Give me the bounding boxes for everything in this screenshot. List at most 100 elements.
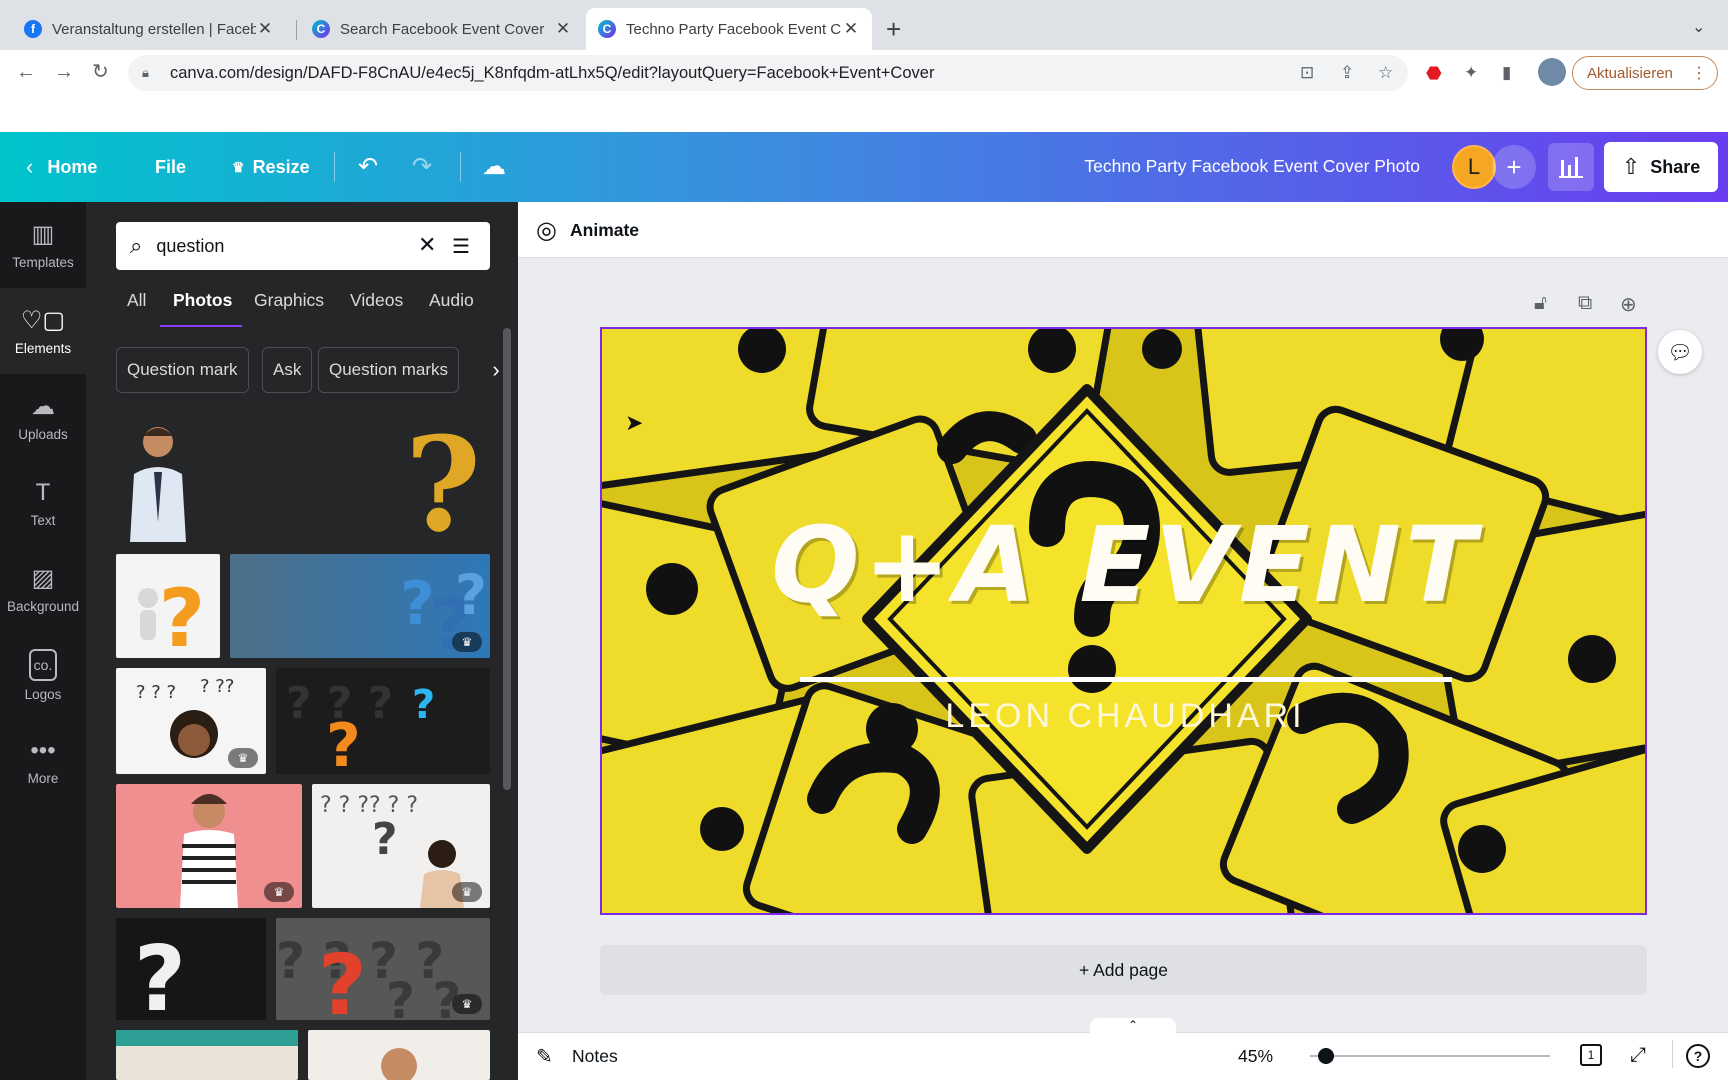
fullscreen-icon[interactable]: ⤢ [1630, 1044, 1646, 1067]
photo-thumbnail[interactable]: ♛ [116, 784, 302, 908]
design-title[interactable]: Q+A EVENT [602, 504, 1645, 626]
rail-item-background[interactable]: ▨ Background [0, 546, 86, 632]
document-title[interactable]: Techno Party Facebook Event Cover Photo [1084, 156, 1420, 177]
more-icon: ••• [30, 736, 56, 764]
zoom-level[interactable]: 45% [1238, 1046, 1273, 1067]
resize-button[interactable]: ♛ Resize [232, 132, 310, 202]
browser-tab[interactable]: C Search Facebook Event Cover ✕ [300, 8, 584, 50]
page-count-button[interactable]: 1 [1580, 1044, 1602, 1066]
undo-icon[interactable]: ↶ [358, 154, 378, 180]
tab-videos[interactable]: Videos [350, 290, 403, 311]
home-label: Home [47, 156, 98, 177]
browser-tab[interactable]: f Veranstaltung erstellen | Faceb ✕ [12, 8, 286, 50]
rail-item-text[interactable]: T Text [0, 460, 86, 546]
rail-label: Logos [24, 686, 62, 702]
chevron-up-icon[interactable]: ⌃ [1090, 1018, 1176, 1034]
photo-thumbnail[interactable] [308, 1030, 490, 1080]
forward-icon[interactable]: → [54, 60, 74, 84]
suggestion-chip[interactable]: Question marks [318, 347, 460, 393]
browser-chrome: f Veranstaltung erstellen | Faceb ✕ C Se… [0, 0, 1728, 132]
chevron-down-icon[interactable]: ⌄ [1692, 17, 1705, 37]
kebab-menu-icon[interactable]: ⋮ [1691, 63, 1707, 83]
photo-thumbnail[interactable]: ? [116, 918, 266, 1020]
photo-thumbnail[interactable] [116, 412, 198, 542]
divider [1672, 1040, 1673, 1068]
close-icon[interactable]: ✕ [554, 19, 572, 39]
svg-text:?: ? [455, 563, 487, 627]
browser-tab-active[interactable]: C Techno Party Facebook Event C ✕ [586, 8, 872, 50]
profile-avatar[interactable] [1538, 58, 1566, 86]
reload-icon[interactable]: ↻ [92, 60, 109, 84]
help-button[interactable]: ? [1686, 1044, 1710, 1068]
back-icon[interactable]: ← [16, 60, 36, 84]
tab-title: Search Facebook Event Cover [340, 20, 545, 38]
tab-all[interactable]: All [127, 290, 146, 311]
design-canvas[interactable]: Q+A EVENT LEON CHAUDHARI [600, 327, 1647, 915]
duplicate-page-icon[interactable]: ⧉ [1578, 292, 1592, 315]
clear-icon[interactable]: ✕ [418, 232, 436, 258]
animate-icon[interactable]: ◎ [536, 216, 557, 245]
photo-thumbnail[interactable]: ? [396, 412, 490, 544]
file-label: File [155, 156, 187, 177]
new-tab-button[interactable]: + [886, 14, 901, 44]
adblock-icon[interactable]: ⬣ [1426, 64, 1442, 82]
suggestion-chip[interactable]: Ask [262, 347, 313, 393]
tab-photos[interactable]: Photos [173, 290, 232, 311]
photo-typewriter [116, 1030, 298, 1080]
insights-button[interactable] [1548, 143, 1594, 191]
close-icon[interactable]: ✕ [842, 19, 860, 39]
premium-crown-icon: ♛ [264, 882, 294, 902]
photo-thumbnail[interactable]: ? ? ? ♛ [230, 554, 490, 658]
address-bar[interactable]: 🔒︎ canva.com/design/DAFD-F8CnAU/e4ec5j_K… [128, 55, 1408, 91]
animate-button[interactable]: Animate [570, 220, 639, 241]
photo-thumbnail[interactable]: ? ? ? ? ? [276, 668, 490, 774]
share-button[interactable]: ⇧ Share [1604, 142, 1718, 192]
rail-item-logos[interactable]: co. Logos [0, 632, 86, 718]
logos-icon: co. [28, 648, 58, 681]
photo-thumbnail[interactable]: ? ? ? ? ?? ♛ [116, 668, 266, 774]
svg-text:?: ? [134, 927, 186, 1020]
update-button[interactable]: Aktualisieren ⋮ [1572, 56, 1718, 90]
share-page-icon[interactable]: ⇪ [1340, 64, 1354, 82]
home-button[interactable]: ‹ Home [26, 132, 97, 202]
rail-label: Background [6, 598, 80, 614]
design-subtitle[interactable]: LEON CHAUDHARI [602, 697, 1645, 736]
title-underline[interactable] [800, 677, 1452, 682]
panel-scrollbar[interactable] [503, 328, 511, 790]
rail-item-more[interactable]: ••• More [0, 718, 86, 804]
photo-thumbnail[interactable]: ? ? ?? ? ? ? ♛ [312, 784, 490, 908]
rail-item-uploads[interactable]: ☁ Uploads [0, 374, 86, 460]
search-box[interactable]: ⌕ ✕ ☰ [116, 222, 490, 270]
photo-thumbnail[interactable] [116, 1030, 298, 1080]
zoom-slider[interactable] [1310, 1055, 1550, 1057]
zoom-slider-handle[interactable] [1318, 1048, 1334, 1064]
sidepanel-icon[interactable]: ▮ [1502, 64, 1511, 82]
avatar[interactable]: L [1452, 145, 1496, 189]
star-icon[interactable]: ☆ [1378, 64, 1393, 82]
lock-icon[interactable]: 🔓︎ [1534, 292, 1547, 315]
extensions-icon[interactable]: ✦ [1464, 64, 1478, 82]
svg-text:? ?: ? ? [386, 972, 461, 1020]
add-page-icon[interactable]: ⊕ [1620, 292, 1637, 317]
photo-thumbnail[interactable]: ? [116, 554, 220, 658]
notes-icon[interactable]: ✎ [536, 1044, 553, 1069]
rail-label: Text [30, 512, 56, 528]
cloud-saved-icon[interactable]: ☁ [482, 154, 506, 180]
rail-item-templates[interactable]: ▥ Templates [0, 202, 86, 288]
photo-thumbnail[interactable]: ? ? ? ? ? ? ? ♛ [276, 918, 490, 1020]
close-icon[interactable]: ✕ [256, 19, 274, 39]
url-text[interactable]: canva.com/design/DAFD-F8CnAU/e4ec5j_K8nf… [170, 64, 934, 83]
add-collaborator-button[interactable]: + [1492, 145, 1536, 189]
rail-item-elements[interactable]: ♡▢ Elements [0, 288, 86, 374]
filter-icon[interactable]: ☰ [452, 234, 470, 259]
file-button[interactable]: File [155, 132, 186, 202]
comment-button[interactable]: 💬︎ [1658, 330, 1702, 374]
tab-audio[interactable]: Audio [429, 290, 474, 311]
suggestion-chip[interactable]: Question mark [116, 347, 249, 393]
add-page-button[interactable]: + Add page [600, 945, 1647, 995]
notes-button[interactable]: Notes [572, 1046, 618, 1067]
redo-icon[interactable]: ↷ [412, 154, 432, 180]
search-input[interactable] [156, 235, 397, 257]
tab-graphics[interactable]: Graphics [254, 290, 324, 311]
translate-icon[interactable]: ⊡ [1300, 64, 1314, 82]
